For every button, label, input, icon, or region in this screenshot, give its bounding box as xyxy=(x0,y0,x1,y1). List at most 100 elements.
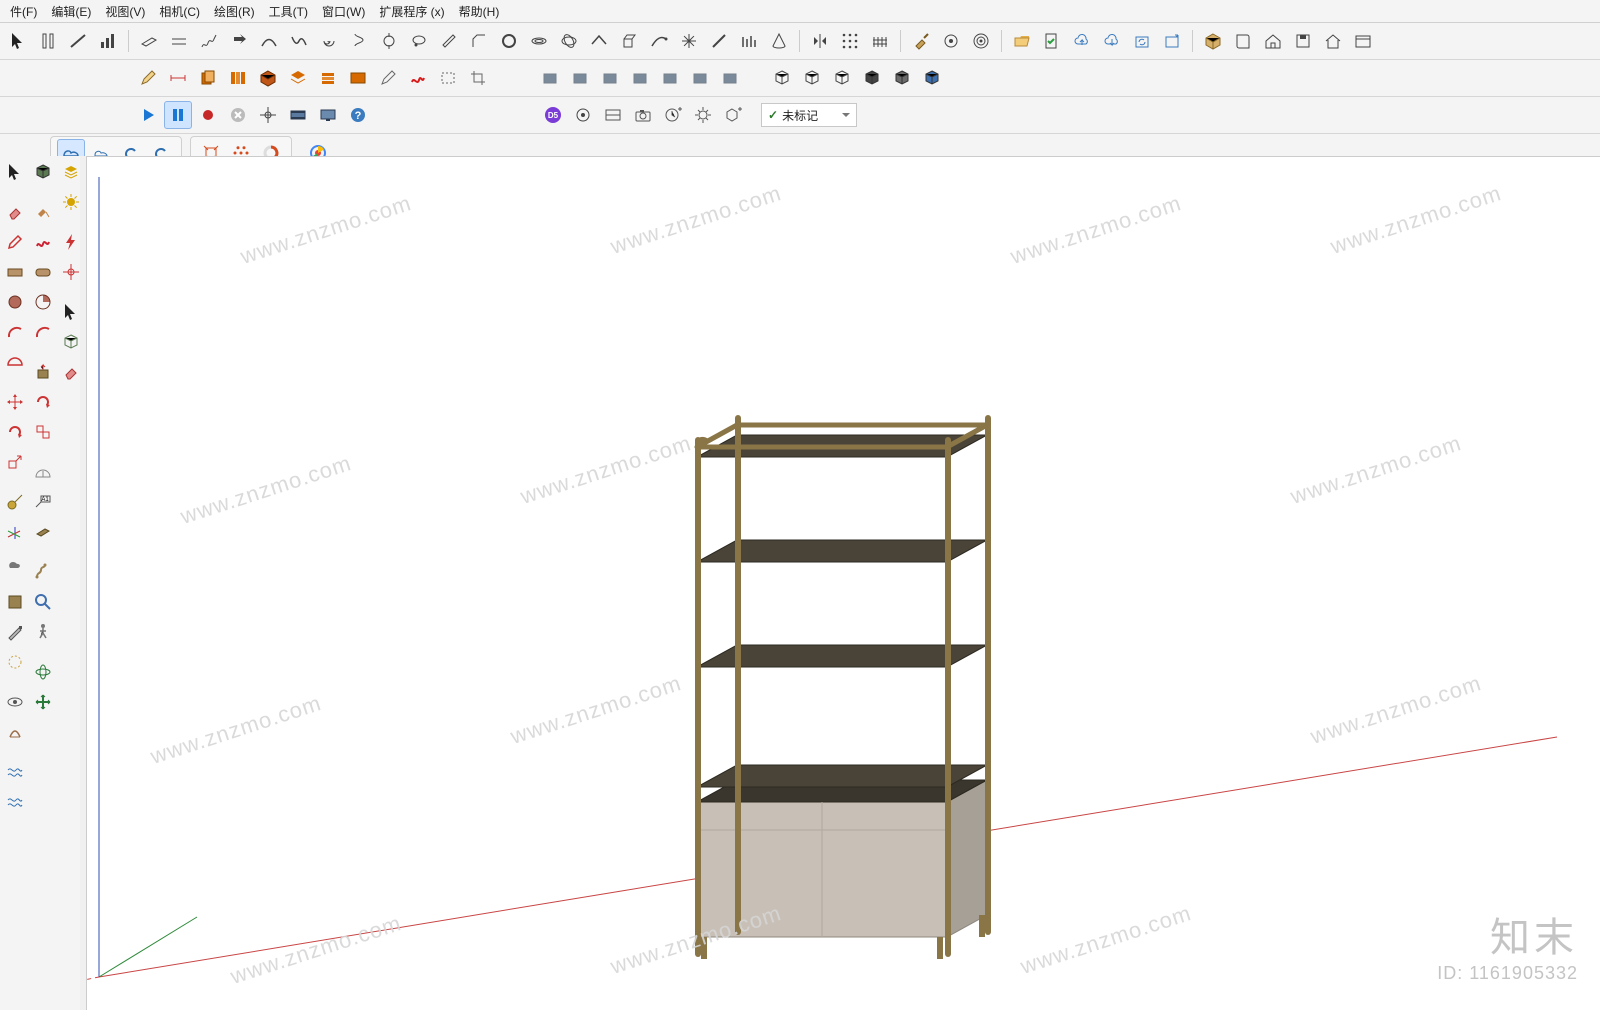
wave-tool[interactable] xyxy=(285,27,313,55)
fence-tool[interactable] xyxy=(866,27,894,55)
cursor[interactable] xyxy=(1,158,29,186)
bolt[interactable] xyxy=(57,228,85,256)
menu-draw[interactable]: 绘图(R) xyxy=(208,1,261,22)
rslab[interactable] xyxy=(29,258,57,286)
book-tool[interactable] xyxy=(1229,27,1257,55)
gear-outline-button[interactable] xyxy=(689,101,717,129)
refresh-box-tool[interactable] xyxy=(1158,27,1186,55)
cube-g[interactable] xyxy=(29,158,57,186)
eye[interactable] xyxy=(1,688,29,716)
plane-tool[interactable] xyxy=(135,27,163,55)
tile-a-tool[interactable] xyxy=(536,64,564,92)
package-tool[interactable] xyxy=(1199,27,1227,55)
protr[interactable] xyxy=(29,458,57,486)
sweep-tool[interactable] xyxy=(645,27,673,55)
tape[interactable] xyxy=(1,488,29,516)
tile-c-tool[interactable] xyxy=(596,64,624,92)
check-page-tool[interactable] xyxy=(1038,27,1066,55)
extrude-tool[interactable] xyxy=(615,27,643,55)
record-button[interactable] xyxy=(194,101,222,129)
sheets-tool[interactable] xyxy=(194,64,222,92)
bullseye-tool[interactable] xyxy=(967,27,995,55)
edit-pencil-tool[interactable] xyxy=(374,64,402,92)
brush-tool[interactable] xyxy=(907,27,935,55)
save-tool[interactable] xyxy=(1289,27,1317,55)
sunY[interactable] xyxy=(57,188,85,216)
grid-tool[interactable] xyxy=(836,27,864,55)
lasso-tool[interactable] xyxy=(405,27,433,55)
frame-button[interactable] xyxy=(599,101,627,129)
select-tool[interactable] xyxy=(4,27,32,55)
cloud-down-tool[interactable] xyxy=(1098,27,1126,55)
home-outline-tool[interactable] xyxy=(1319,27,1347,55)
push[interactable] xyxy=(29,358,57,386)
menu-window[interactable]: 窗口(W) xyxy=(316,1,371,22)
circsel[interactable] xyxy=(1,648,29,676)
gearR[interactable] xyxy=(57,258,85,286)
cursor2[interactable] xyxy=(57,298,85,326)
window-tool[interactable] xyxy=(1349,27,1377,55)
label[interactable]: A1 xyxy=(29,488,57,516)
bevel-tool[interactable] xyxy=(435,27,463,55)
disc[interactable] xyxy=(1,288,29,316)
box-sync-tool[interactable] xyxy=(1128,27,1156,55)
cube-out-a[interactable] xyxy=(768,64,796,92)
cube-shade-a[interactable] xyxy=(858,64,886,92)
spiral-tool[interactable] xyxy=(315,27,343,55)
bow[interactable] xyxy=(1,718,29,746)
camera-button[interactable] xyxy=(629,101,657,129)
wavegrid2[interactable] xyxy=(1,788,29,816)
eraser[interactable] xyxy=(1,198,29,226)
stop-x-button[interactable] xyxy=(224,101,252,129)
cube-plus-button[interactable] xyxy=(719,101,747,129)
rot2[interactable] xyxy=(29,388,57,416)
foot[interactable] xyxy=(1,548,29,576)
snake-tool[interactable] xyxy=(404,64,432,92)
spring-tool[interactable] xyxy=(195,27,223,55)
arc-r[interactable] xyxy=(1,318,29,346)
stack-tool[interactable] xyxy=(314,64,342,92)
film-button[interactable] xyxy=(284,101,312,129)
box-tool[interactable] xyxy=(254,64,282,92)
tile-e-tool[interactable] xyxy=(656,64,684,92)
menu-camera[interactable]: 相机(C) xyxy=(153,1,206,22)
tile-d-tool[interactable] xyxy=(626,64,654,92)
wavegrid[interactable] xyxy=(1,758,29,786)
d5-button[interactable]: D5 xyxy=(539,101,567,129)
scale2[interactable] xyxy=(29,418,57,446)
flip-tool[interactable] xyxy=(225,27,253,55)
dimension-tool[interactable] xyxy=(164,64,192,92)
orbit[interactable] xyxy=(29,658,57,686)
red-pencil[interactable] xyxy=(1,228,29,256)
clock-plus-button[interactable] xyxy=(659,101,687,129)
slab[interactable] xyxy=(1,258,29,286)
books-tool[interactable] xyxy=(224,64,252,92)
menu-file[interactable]: 件(F) xyxy=(4,1,43,22)
corkscrew-tool[interactable] xyxy=(345,27,373,55)
cube-out-c[interactable] xyxy=(828,64,856,92)
menu-ext[interactable]: 扩展程序 (x) xyxy=(373,1,450,22)
viewport-3d[interactable]: www.znzmo.comwww.znzmo.comwww.znzmo.comw… xyxy=(86,156,1600,1010)
column-tool[interactable] xyxy=(34,27,62,55)
cube-out-b[interactable] xyxy=(798,64,826,92)
tile-f-tool[interactable] xyxy=(686,64,714,92)
tile-g-tool[interactable] xyxy=(716,64,744,92)
layers-tool[interactable] xyxy=(284,64,312,92)
help-button[interactable]: ? xyxy=(344,101,372,129)
menu-tools[interactable]: 工具(T) xyxy=(263,1,314,22)
paint[interactable] xyxy=(29,198,57,226)
rot[interactable] xyxy=(1,418,29,446)
move[interactable] xyxy=(1,388,29,416)
walk[interactable] xyxy=(29,618,57,646)
chamfer-tool[interactable] xyxy=(465,27,493,55)
squig[interactable] xyxy=(29,228,57,256)
cube-shade-b[interactable] xyxy=(888,64,916,92)
pan[interactable] xyxy=(29,688,57,716)
axis[interactable] xyxy=(1,518,29,546)
panel[interactable] xyxy=(1,588,29,616)
knife[interactable] xyxy=(1,618,29,646)
pause-button[interactable] xyxy=(164,101,192,129)
plane-l[interactable] xyxy=(29,518,57,546)
band-tool[interactable] xyxy=(525,27,553,55)
stackY[interactable] xyxy=(57,158,85,186)
